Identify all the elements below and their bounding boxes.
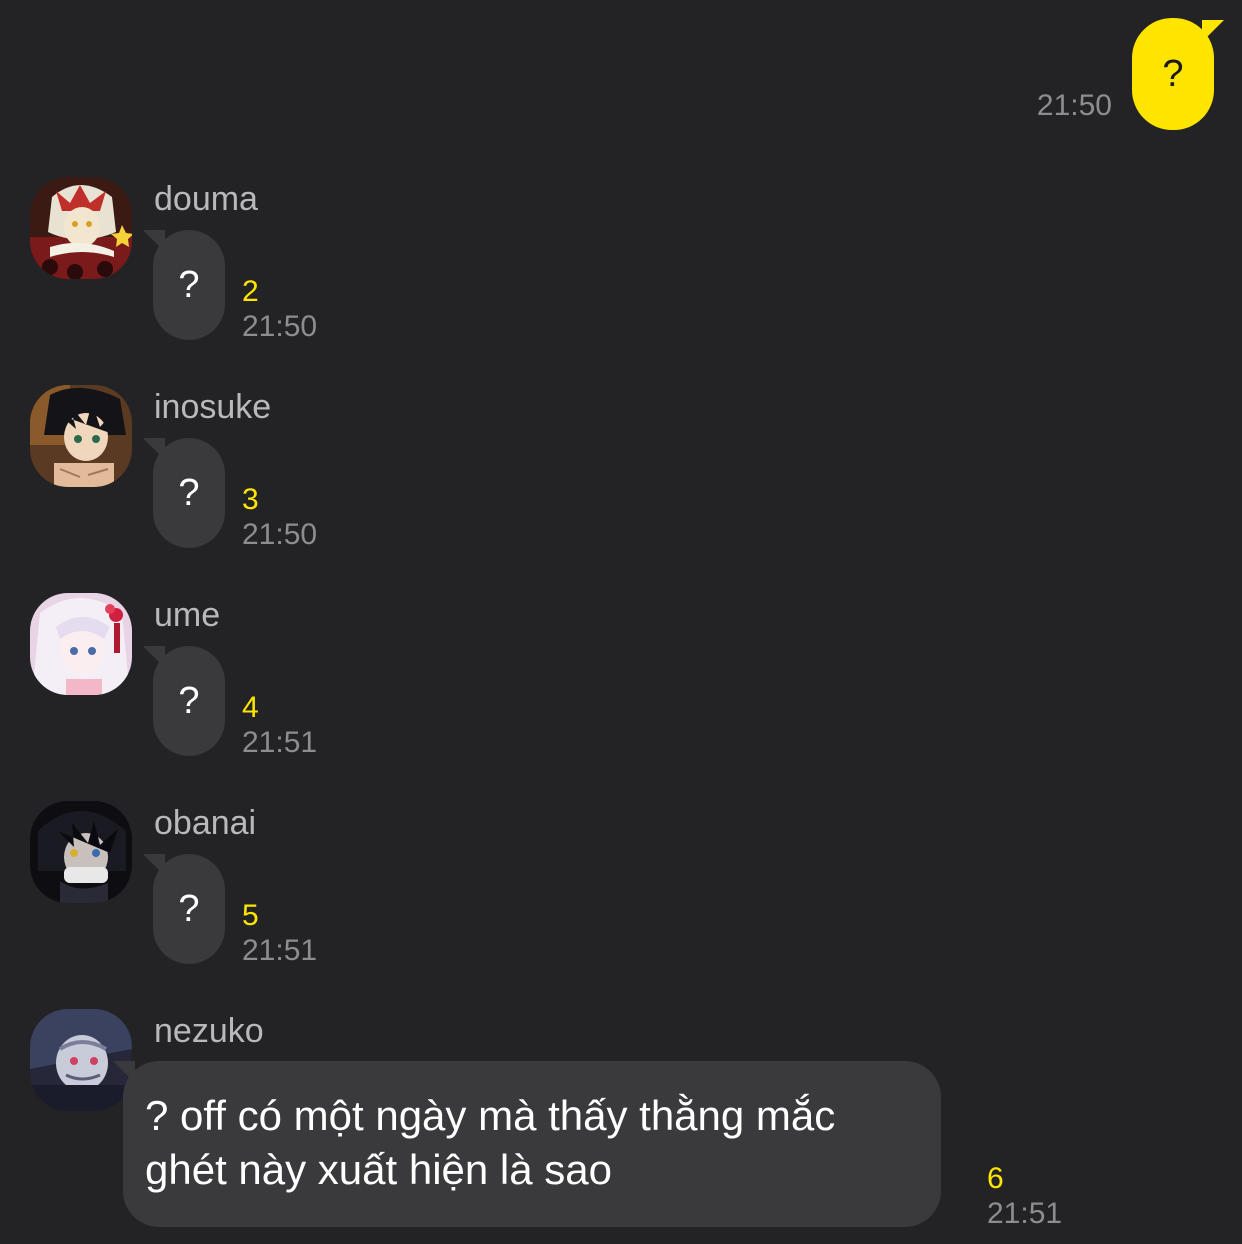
sender-name: obanai: [154, 804, 257, 842]
message-meta: 6 21:51: [987, 1162, 1062, 1232]
sender-name: inosuke: [154, 388, 272, 426]
message-meta: 5 21:51: [242, 899, 317, 969]
sender-name: douma: [154, 180, 258, 218]
message-time: 21:50: [242, 518, 318, 551]
message-time: 21:51: [242, 934, 318, 967]
outgoing-message-row: 21:50 ?: [1037, 18, 1224, 130]
bubble-tail: [113, 1061, 135, 1083]
outgoing-bubble[interactable]: ?: [1132, 18, 1224, 130]
incoming-bubble[interactable]: ?: [143, 438, 225, 548]
ume-avatar-icon: [30, 593, 132, 695]
chat-view: 21:50 ? douma ? 2 21:50 inosuke ? 3 21:5…: [0, 0, 1242, 1244]
avatar[interactable]: [30, 177, 132, 279]
bubble-tail: [143, 438, 165, 460]
message-time: 21:50: [242, 310, 318, 343]
avatar[interactable]: [30, 385, 132, 487]
obanai-avatar-icon: [30, 801, 132, 903]
message-text: ?: [178, 679, 200, 722]
nezuko-avatar-icon: [30, 1009, 132, 1111]
bubble-tail: [143, 646, 165, 668]
message-meta: 4 21:51: [242, 691, 317, 761]
avatar[interactable]: [30, 801, 132, 903]
message-time: 21:50: [1036, 89, 1112, 122]
message-text: ?: [178, 263, 200, 306]
bubble-tail: [143, 230, 165, 252]
message-text-line: ? off có một ngày mà thấy thằng mắc: [145, 1092, 836, 1139]
incoming-bubble[interactable]: ?: [143, 646, 225, 756]
unread-count: 6: [987, 1162, 1004, 1195]
incoming-bubble-long[interactable]: ? off có một ngày mà thấy thằng mắc ghét…: [113, 1061, 941, 1227]
unread-count: 3: [242, 483, 259, 516]
bubble-tail: [1202, 20, 1224, 42]
unread-count: 5: [242, 899, 259, 932]
message-meta: 2 21:50: [242, 275, 317, 345]
unread-count: 2: [242, 275, 259, 308]
incoming-bubble[interactable]: ?: [143, 230, 225, 340]
message-meta: 3 21:50: [242, 483, 317, 553]
sender-name: ume: [154, 596, 221, 634]
message-time: 21:51: [987, 1197, 1063, 1230]
douma-avatar-icon: [30, 177, 132, 279]
message-time: 21:51: [242, 726, 318, 759]
bubble-tail: [143, 854, 165, 876]
unread-count: 4: [242, 691, 259, 724]
message-text: ?: [1162, 52, 1184, 95]
sender-name: nezuko: [154, 1012, 264, 1050]
message-text-line: ghét này xuất hiện là sao: [145, 1146, 613, 1193]
inosuke-avatar-icon: [30, 385, 132, 487]
avatar[interactable]: [30, 1009, 132, 1111]
incoming-bubble[interactable]: ?: [143, 854, 225, 964]
message-meta: 21:50: [1037, 88, 1112, 124]
message-text: ?: [178, 471, 200, 514]
avatar[interactable]: [30, 593, 132, 695]
message-text: ?: [178, 887, 200, 930]
